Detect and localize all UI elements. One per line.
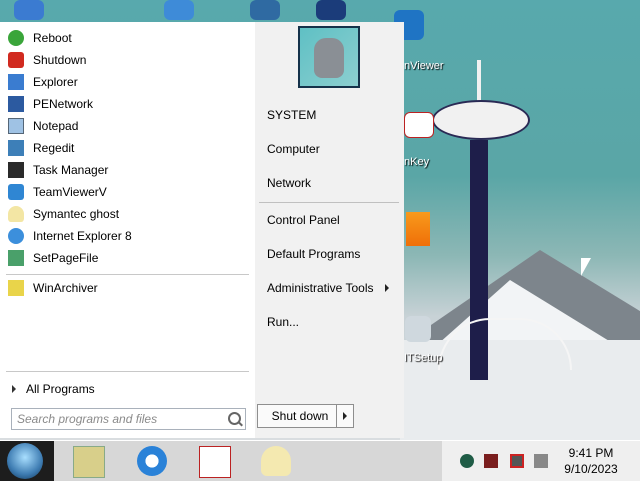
ghost-icon [8,206,24,222]
place-label: Control Panel [267,213,340,227]
search-placeholder: Search programs and files [17,412,158,426]
place-label: Default Programs [267,247,361,261]
shut-down-options-button[interactable] [336,404,354,428]
start-menu-programs-pane: Reboot Shutdown Explorer PENetwork Notep… [0,22,255,438]
shut-down-button[interactable]: Shut down [257,404,343,428]
setup-desktop-label: ITSetup [404,352,443,364]
place-computer[interactable]: Computer [267,139,397,159]
globe-desktop-icon[interactable] [316,0,346,20]
program-label: Explorer [33,75,78,89]
program-regedit[interactable]: Regedit [8,137,248,159]
place-label: Computer [267,142,320,156]
program-teamviewer[interactable]: TeamViewerV [8,181,248,203]
search-input[interactable]: Search programs and files [11,408,246,430]
mouse-cursor-icon [581,258,591,276]
media-icon[interactable] [460,454,474,468]
network-disconnected-icon[interactable] [510,454,524,468]
computer-desktop-icon[interactable] [14,0,44,20]
program-label: SetPageFile [33,251,99,265]
avatar-face [314,38,344,78]
place-control-panel[interactable]: Control Panel [267,210,397,230]
program-label: Notepad [33,119,79,133]
program-label: Symantec ghost [33,207,120,221]
program-label: Task Manager [33,163,109,177]
program-penetwork[interactable]: PENetwork [8,93,248,115]
place-label: Administrative Tools [267,281,374,295]
taskbar-ghost-icon[interactable] [261,446,291,476]
clock-date: 9/10/2023 [564,462,618,476]
notepad-icon [8,118,24,134]
program-label: Reboot [33,31,72,45]
place-network[interactable]: Network [267,173,397,193]
reboot-icon [8,30,24,46]
clock[interactable]: 9:41 PM 9/10/2023 [556,445,626,477]
taskbar-internet-explorer-icon[interactable] [137,446,167,476]
chevron-right-icon [12,385,16,393]
tool-desktop-icon[interactable] [404,112,434,138]
network-icon [8,96,24,112]
place-label: SYSTEM [267,108,317,122]
usb-icon[interactable] [484,454,498,468]
browser-desktop-icon[interactable] [250,0,280,20]
taskbar: 9:41 PM 9/10/2023 [0,440,640,481]
task-manager-icon [8,162,24,178]
chevron-right-icon [385,284,389,292]
vlc-desktop-icon[interactable] [406,212,430,246]
ie-desktop-icon[interactable] [164,0,194,20]
shut-down-label: Shut down [271,409,329,423]
program-notepad[interactable]: Notepad [8,115,248,137]
teamviewer-icon [8,184,24,200]
program-task-manager[interactable]: Task Manager [8,159,248,181]
program-shutdown[interactable]: Shutdown [8,49,248,71]
taskbar-explorer-icon[interactable] [73,446,105,478]
place-label: Run... [267,315,300,329]
place-default-programs[interactable]: Default Programs [267,244,397,264]
program-symantec-ghost[interactable]: Symantec ghost [8,203,248,225]
space-needle-spire [477,60,481,104]
place-label: Network [267,176,312,190]
separator [259,202,399,203]
program-label: Regedit [33,141,75,155]
program-explorer[interactable]: Explorer [8,71,248,93]
user-avatar[interactable] [298,26,360,88]
key-desktop-label: nKey [404,156,430,168]
clock-time: 9:41 PM [568,446,614,460]
all-programs-label: All Programs [26,382,95,396]
program-internet-explorer[interactable]: Internet Explorer 8 [8,225,248,247]
search-icon [228,412,241,425]
space-needle-top [432,100,530,140]
program-label: TeamViewerV [33,185,107,199]
program-winarchiver[interactable]: WinArchiver [8,277,248,299]
program-label: Shutdown [33,53,87,67]
teamviewer-desktop-label: nViewer [404,60,444,72]
separator [6,371,249,372]
internet-explorer-icon [8,228,24,244]
start-button[interactable] [0,441,54,481]
explorer-icon [8,74,24,90]
regedit-icon [8,140,24,156]
program-reboot[interactable]: Reboot [8,27,248,49]
program-label: WinArchiver [33,281,98,295]
start-menu: Reboot Shutdown Explorer PENetwork Notep… [0,22,404,438]
all-programs-button[interactable]: All Programs [8,379,248,399]
taskbar-tool-icon[interactable] [199,446,231,478]
program-setpagefile[interactable]: SetPageFile [8,247,248,269]
shutdown-icon [8,52,24,68]
setpagefile-icon [8,250,24,266]
place-administrative-tools[interactable]: Administrative Tools [267,278,397,298]
place-run[interactable]: Run... [267,312,397,332]
program-label: Internet Explorer 8 [33,229,132,243]
volume-muted-icon[interactable] [534,454,548,468]
program-label: PENetwork [33,97,94,111]
separator [6,274,249,275]
setup-desktop-icon[interactable] [405,316,431,342]
windows-logo-icon [7,443,43,479]
place-user-folder[interactable]: SYSTEM [267,105,397,125]
winarchiver-icon [8,280,24,296]
